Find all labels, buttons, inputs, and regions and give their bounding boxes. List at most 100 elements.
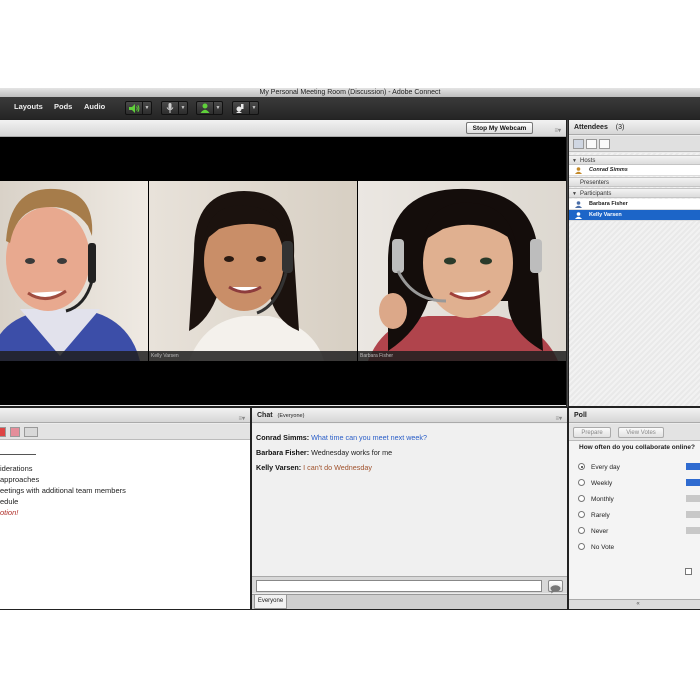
expand-icon[interactable] <box>586 139 597 149</box>
chat-message: Conrad Simms: What time can you meet nex… <box>256 433 427 442</box>
video-feed-1 <box>0 181 148 361</box>
participant-icon <box>575 201 582 208</box>
speaker-button[interactable]: ▼ <box>125 101 152 115</box>
poll-pod: Poll Prepare View Votes How often do you… <box>568 407 700 610</box>
list-format-icon[interactable] <box>24 427 38 437</box>
menu-audio[interactable]: Audio <box>84 102 105 111</box>
prepare-button[interactable]: Prepare <box>573 427 611 438</box>
poll-result-bar <box>686 495 700 502</box>
video-feed-2: Kelly Varsen <box>149 181 357 361</box>
window-title: My Personal Meeting Room (Discussion) - … <box>0 88 700 97</box>
poll-result-bar <box>686 463 700 470</box>
stop-my-webcam-button[interactable]: Stop My Webcam <box>466 122 533 134</box>
chevron-down-icon[interactable]: ▼ <box>142 102 151 114</box>
attendees-header: Attendees (3) <box>569 120 700 135</box>
poll-result-bar <box>686 527 700 534</box>
host-icon <box>575 167 582 174</box>
poll-body: How often do you collaborate online? Eve… <box>569 441 700 599</box>
expanded-triangle-icon: ▼ <box>572 191 577 197</box>
video-pod-header: Stop My Webcam ≡▾ <box>0 120 566 137</box>
attendee-row[interactable]: Conrad Simms <box>569 165 700 176</box>
webcam-button[interactable]: ▼ <box>196 101 223 115</box>
poll-result-bar <box>686 511 700 518</box>
chevron-down-icon[interactable]: ▼ <box>213 102 222 114</box>
chat-input[interactable] <box>256 580 542 592</box>
radio[interactable] <box>578 543 585 550</box>
person-image-1 <box>0 188 140 361</box>
notes-toolbar <box>0 424 250 440</box>
chat-message: Barbara Fisher: Wednesday works for me <box>256 448 393 457</box>
group-presenters[interactable]: Presenters <box>569 177 700 187</box>
adobe-connect-window: My Personal Meeting Room (Discussion) - … <box>0 88 700 610</box>
microphone-button[interactable]: ▼ <box>161 101 188 115</box>
attendee-row[interactable]: Barbara Fisher <box>569 199 700 210</box>
video-feed-label: Barbara Fisher <box>358 351 566 361</box>
raise-hand-button[interactable]: ▼ <box>232 101 259 115</box>
checkbox[interactable] <box>685 568 692 575</box>
note-line-accent: otion! <box>0 508 19 517</box>
speech-bubble-icon <box>550 585 561 594</box>
poll-option[interactable]: Monthly <box>578 495 614 503</box>
video-area: Kelly Varsen Barbara Fisher <box>0 137 566 405</box>
notes-header: ≡▾ <box>0 408 250 423</box>
participant-icon <box>575 212 582 219</box>
attendee-row-selected[interactable]: Kelly Varsen <box>569 210 700 221</box>
chevron-down-icon[interactable]: ▼ <box>249 102 258 114</box>
note-line: edule <box>0 497 19 506</box>
poll-option[interactable]: Never <box>578 527 608 535</box>
group-participants[interactable]: ▼ Participants <box>569 188 700 198</box>
chat-header: Chat (Everyone) ≡▾ <box>252 408 567 423</box>
video-feed-label <box>0 351 148 361</box>
chat-message: Kelly Varsen: I can't do Wednesday <box>256 463 372 472</box>
poll-question: How often do you collaborate online? <box>579 444 695 451</box>
chat-pod: Chat (Everyone) ≡▾ Conrad Simms: What ti… <box>251 407 568 610</box>
radio[interactable] <box>578 479 585 486</box>
attendees-title: Attendees <box>574 124 608 131</box>
menu-pods[interactable]: Pods <box>54 102 72 111</box>
webcam-icon <box>197 102 213 114</box>
poll-result-bar <box>686 479 700 486</box>
video-pod: Stop My Webcam ≡▾ Kelly Varsen Barbara F… <box>0 119 567 407</box>
radio[interactable] <box>578 495 585 502</box>
menu-bar: s Layouts Pods Audio ▼ ▼ ▼ ▼ <box>0 97 700 120</box>
poll-option[interactable]: No Vote <box>578 543 614 551</box>
list-view-icon[interactable] <box>573 139 584 149</box>
attendees-toolbar <box>569 136 700 152</box>
notes-pod: ≡▾ iderations approaches eetings with ad… <box>0 407 251 610</box>
poll-footer[interactable]: « <box>569 599 700 609</box>
note-divider <box>0 454 36 455</box>
chat-messages: Conrad Simms: What time can you meet nex… <box>252 424 567 576</box>
chevron-down-icon[interactable]: ▼ <box>178 102 187 114</box>
radio-selected[interactable] <box>578 463 585 470</box>
video-feed-label: Kelly Varsen <box>149 351 357 361</box>
view-votes-button[interactable]: View Votes <box>618 427 664 438</box>
note-line: iderations <box>0 464 33 473</box>
highlight-icon[interactable] <box>10 427 20 437</box>
note-line: eetings with additional team members <box>0 486 126 495</box>
chat-tab-everyone[interactable]: Everyone <box>254 595 287 609</box>
speaker-icon <box>126 102 142 114</box>
send-message-button[interactable] <box>548 580 563 594</box>
poll-option[interactable]: Weekly <box>578 479 612 487</box>
person-image-3 <box>368 188 558 361</box>
poll-option[interactable]: Every day <box>578 463 620 471</box>
group-hosts[interactable]: ▼ Hosts <box>569 155 700 165</box>
menu-layouts[interactable]: Layouts <box>14 102 43 111</box>
radio[interactable] <box>578 511 585 518</box>
chat-footer: Everyone <box>252 594 567 609</box>
person-image-2 <box>189 191 324 361</box>
raise-hand-icon <box>233 102 249 114</box>
text-color-icon[interactable] <box>0 427 6 437</box>
attendees-pod: Attendees (3) ▼ Hosts Conrad Simms Presen… <box>568 119 700 407</box>
notes-body[interactable]: iderations approaches eetings with addit… <box>0 440 250 609</box>
poll-option[interactable]: Rarely <box>578 511 610 519</box>
sort-icon[interactable] <box>599 139 610 149</box>
chat-input-bar <box>252 576 567 594</box>
video-feed-3: Barbara Fisher <box>358 181 566 361</box>
poll-toolbar: Prepare View Votes <box>569 424 700 441</box>
note-line: approaches <box>0 475 40 484</box>
attendee-list: ▼ Hosts Conrad Simms Presenters ▼ Particip… <box>569 153 700 406</box>
microphone-icon <box>162 102 178 114</box>
radio[interactable] <box>578 527 585 534</box>
chat-title: Chat <box>257 412 273 419</box>
